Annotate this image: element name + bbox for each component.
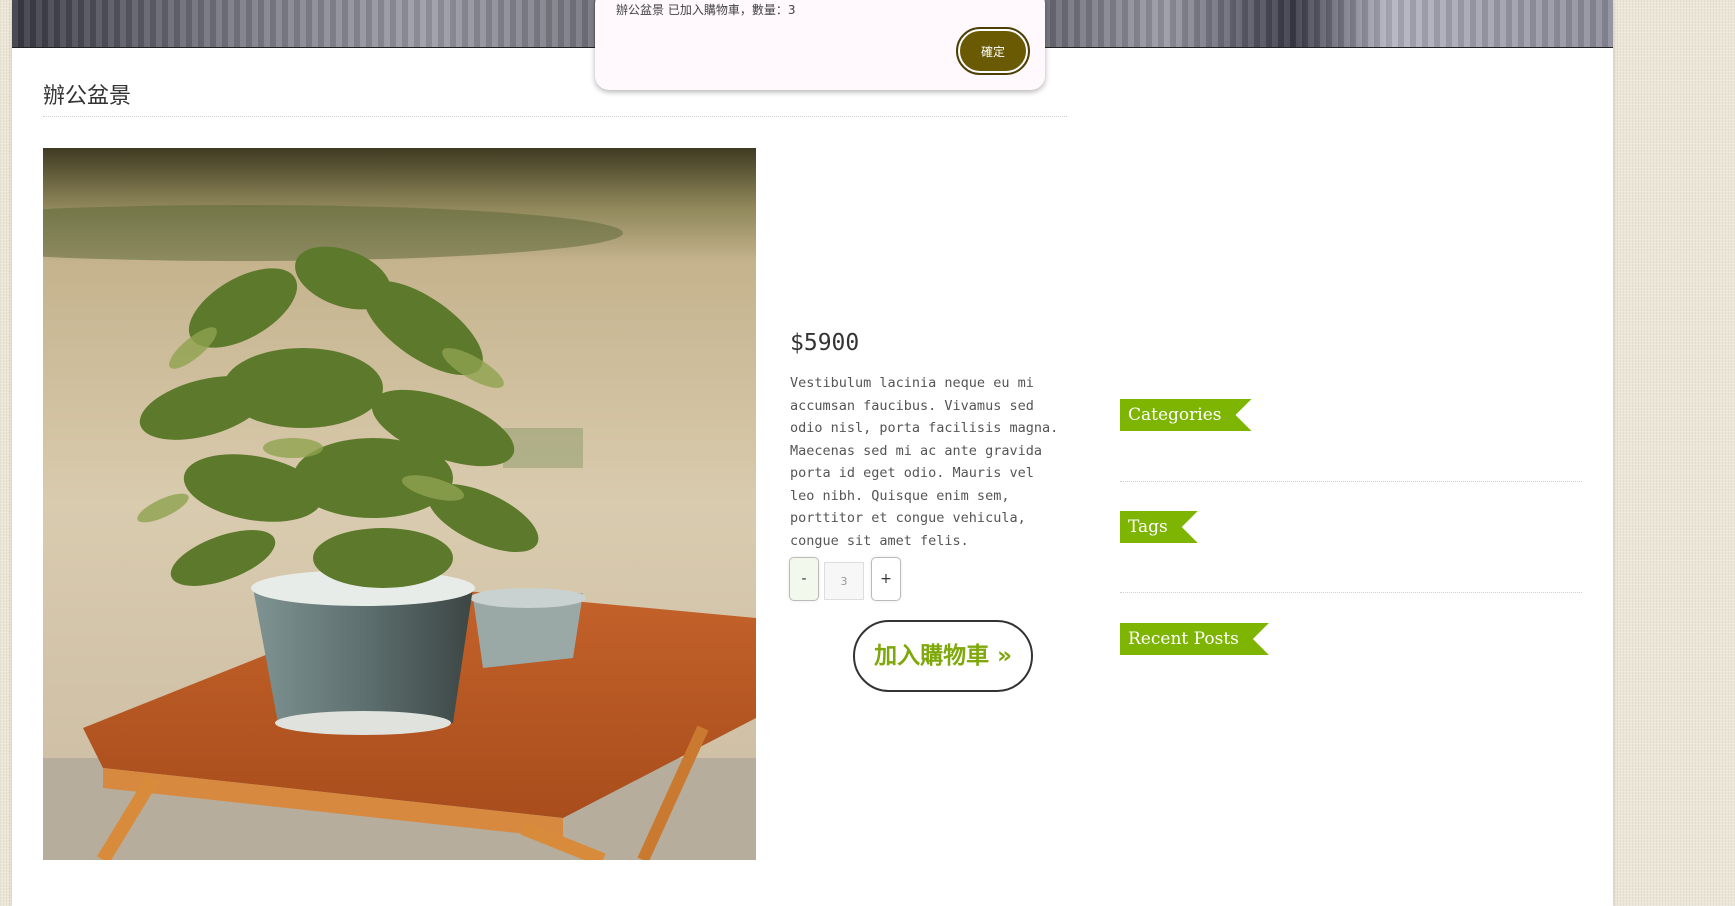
product-image [43, 148, 756, 860]
widget-title-categories: Categories [1120, 399, 1252, 431]
quantity-input[interactable] [824, 562, 864, 600]
widget-title-tags: Tags [1120, 511, 1198, 543]
add-to-cart-button[interactable]: 加入購物車 » [853, 620, 1033, 692]
quantity-decrease-button[interactable]: - [789, 557, 819, 601]
dialog-message: 辦公盆景 已加入購物車，數量：3 [616, 3, 796, 17]
product-description: Vestibulum lacinia neque eu mi accumsan … [790, 375, 1059, 549]
confirm-button[interactable]: 確定 [956, 27, 1030, 75]
potted-plant-illustration [43, 148, 756, 860]
cart-alert-dialog: 辦公盆景 已加入購物車，數量：3 確定 [595, 0, 1045, 90]
product-title: 辦公盆景 [43, 84, 132, 109]
title-divider [43, 116, 1067, 117]
widget-title-recent-posts: Recent Posts [1120, 623, 1269, 655]
widget-divider [1120, 592, 1582, 593]
product-price: $5900 [790, 330, 860, 356]
widget-divider [1120, 481, 1582, 482]
page-container: 辦公盆景 $5900 Vestibulum lacinia neque eu m… [12, 0, 1613, 906]
quantity-increase-button[interactable]: + [871, 557, 901, 601]
